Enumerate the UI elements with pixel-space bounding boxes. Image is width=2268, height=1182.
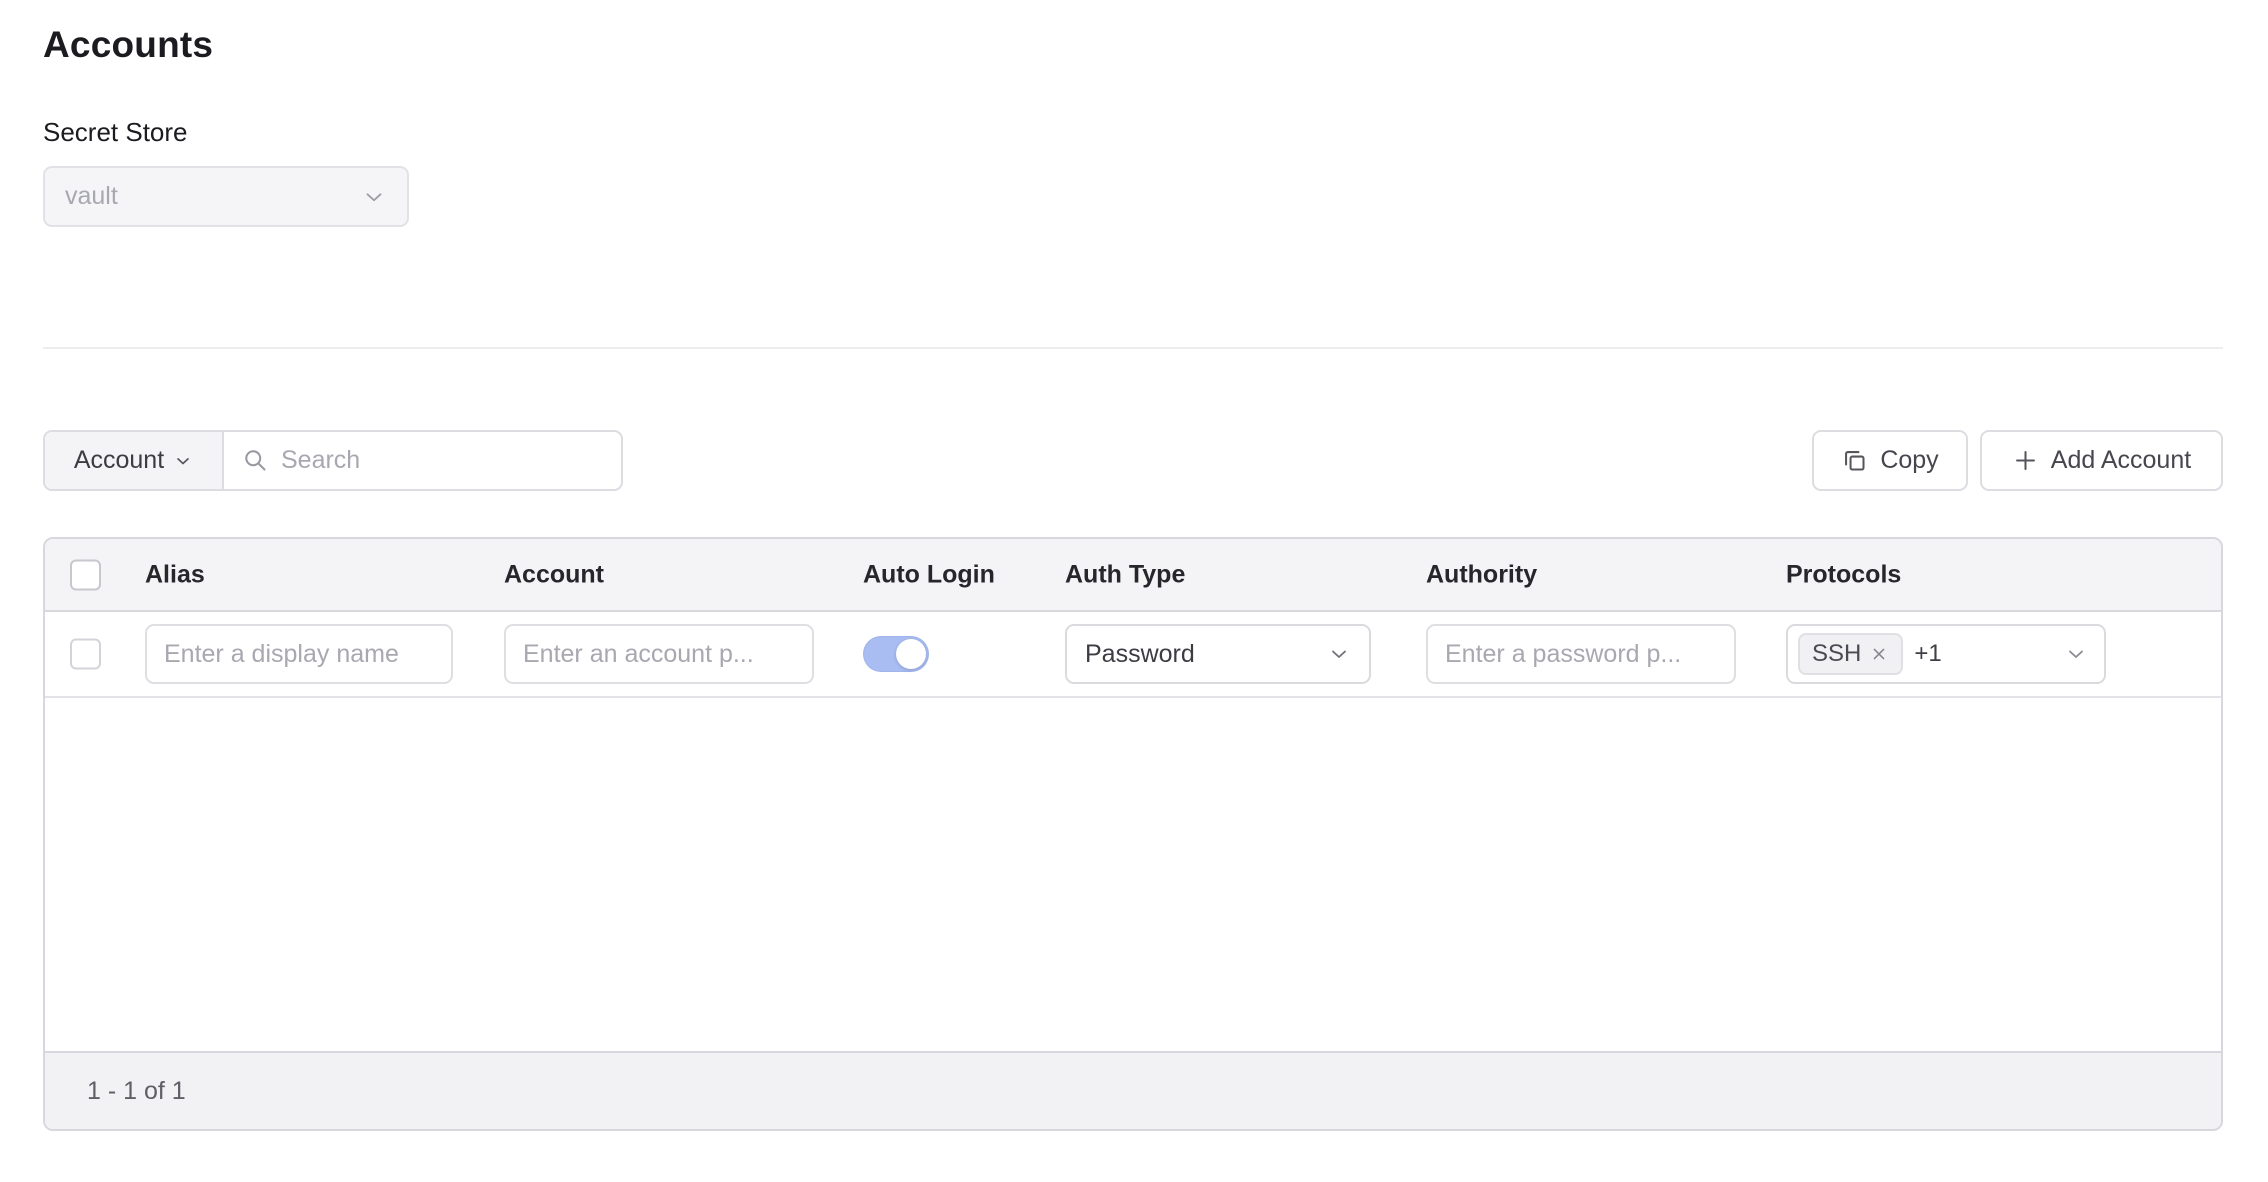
- copy-button-label: Copy: [1880, 446, 1938, 475]
- pagination-range: 1 - 1 of 1: [87, 1077, 186, 1106]
- protocol-tag-ssh: SSH: [1798, 633, 1903, 675]
- column-header-protocols: Protocols: [1786, 560, 1901, 589]
- table-footer: 1 - 1 of 1: [45, 1051, 2221, 1129]
- table-row: Password SSH +1: [45, 612, 2221, 698]
- chevron-down-icon: [361, 184, 387, 210]
- column-header-alias: Alias: [145, 560, 205, 589]
- section-divider: [43, 347, 2223, 349]
- column-header-auto-login: Auto Login: [863, 560, 995, 589]
- copy-button[interactable]: Copy: [1812, 430, 1968, 491]
- protocol-tag-label: SSH: [1812, 640, 1861, 668]
- row-checkbox[interactable]: [70, 639, 101, 670]
- filter-field-label: Account: [74, 446, 164, 475]
- chevron-down-icon: [1327, 642, 1351, 666]
- alias-input[interactable]: [145, 624, 453, 684]
- protocols-select[interactable]: SSH +1: [1786, 624, 2106, 684]
- plus-icon: [2012, 447, 2039, 474]
- auth-type-value: Password: [1085, 640, 1195, 669]
- page-title: Accounts: [43, 24, 213, 66]
- table-header: Alias Account Auto Login Auth Type Autho…: [45, 539, 2221, 612]
- chevron-down-icon: [173, 451, 193, 471]
- column-header-account: Account: [504, 560, 604, 589]
- auto-login-toggle[interactable]: [863, 636, 929, 672]
- auth-type-select[interactable]: Password: [1065, 624, 1371, 684]
- search-group: Account: [43, 430, 623, 491]
- search-icon: [242, 447, 269, 474]
- search-input[interactable]: [281, 446, 603, 475]
- add-account-button[interactable]: Add Account: [1980, 430, 2223, 491]
- add-account-button-label: Add Account: [2051, 446, 2191, 475]
- search-box: [224, 432, 621, 489]
- column-header-authority: Authority: [1426, 560, 1537, 589]
- toggle-knob: [896, 639, 926, 669]
- select-all-checkbox[interactable]: [70, 559, 101, 590]
- secret-store-label: Secret Store: [43, 117, 188, 148]
- account-input[interactable]: [504, 624, 814, 684]
- remove-protocol-icon[interactable]: [1869, 644, 1889, 664]
- table-empty-area: [45, 698, 2221, 1051]
- secret-store-select[interactable]: vault: [43, 166, 409, 227]
- secret-store-value: vault: [65, 182, 118, 211]
- column-header-auth-type: Auth Type: [1065, 560, 1185, 589]
- authority-input[interactable]: [1426, 624, 1736, 684]
- accounts-table: Alias Account Auto Login Auth Type Autho…: [43, 537, 2223, 1131]
- accounts-page: Accounts Secret Store vault Account Copy: [0, 0, 2268, 1182]
- copy-icon: [1841, 447, 1868, 474]
- chevron-down-icon: [2064, 642, 2088, 666]
- protocols-more-count: +1: [1914, 640, 1941, 668]
- filter-field-dropdown[interactable]: Account: [45, 432, 224, 489]
